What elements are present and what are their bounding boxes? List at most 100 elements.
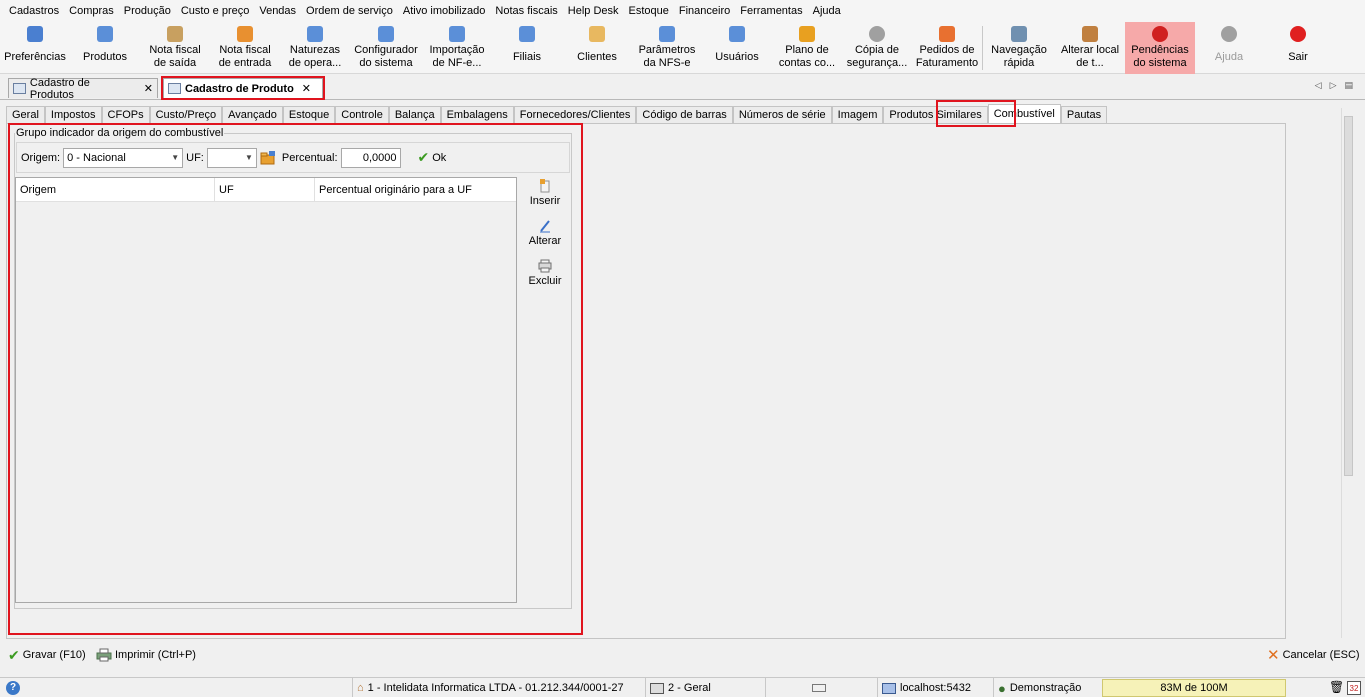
register-icon bbox=[650, 682, 664, 694]
toolbar-label: Alterar local de t... bbox=[1060, 44, 1120, 69]
cancel-x-icon: ✕ bbox=[1267, 647, 1280, 664]
toolbar-button-invoice-in[interactable]: Nota fiscal de entrada bbox=[210, 22, 280, 74]
status-user[interactable]: ● Demonstração bbox=[993, 678, 1081, 697]
toolbar-label: Pedidos de Faturamento bbox=[915, 44, 979, 69]
toolbar-button-users[interactable]: Usuários bbox=[702, 22, 772, 74]
menu-item-7[interactable]: Notas fiscais bbox=[490, 0, 562, 22]
save-label: Gravar (F10) bbox=[22, 649, 86, 661]
toolbar-button-invoice-out[interactable]: Nota fiscal de saída bbox=[140, 22, 210, 74]
tab-código-de-barras[interactable]: Código de barras bbox=[636, 106, 733, 124]
calendar-icon[interactable]: 32 bbox=[1347, 681, 1361, 695]
tab-impostos[interactable]: Impostos bbox=[44, 106, 102, 124]
trash-icon[interactable]: 🗑 bbox=[1329, 680, 1344, 694]
server-icon bbox=[882, 682, 896, 694]
cancel-button[interactable]: ✕ Cancelar (ESC) bbox=[1267, 646, 1360, 664]
cancel-label: Cancelar (ESC) bbox=[1282, 649, 1360, 661]
close-icon[interactable]: ✕ bbox=[144, 82, 153, 95]
print-label: Imprimir (Ctrl+P) bbox=[115, 649, 196, 661]
print-button[interactable]: Imprimir (Ctrl+P) bbox=[96, 648, 196, 662]
operations-icon bbox=[307, 26, 323, 42]
status-department[interactable]: 2 - Geral bbox=[645, 678, 711, 697]
tab-avançado[interactable]: Avançado bbox=[222, 106, 283, 124]
toolbar-button-products[interactable]: Produtos bbox=[70, 22, 140, 74]
tab-balança[interactable]: Balança bbox=[388, 106, 441, 124]
toolbar-button-quick-nav[interactable]: Navegação rápida bbox=[983, 22, 1055, 74]
toolbar-button-preferences[interactable]: Preferências bbox=[0, 22, 70, 74]
toolbar-button-import[interactable]: Importação de NF-e... bbox=[422, 22, 492, 74]
menu-item-0[interactable]: Cadastros bbox=[4, 0, 64, 22]
menu-item-12[interactable]: Ajuda bbox=[808, 0, 846, 22]
menu-item-11[interactable]: Ferramentas bbox=[735, 0, 807, 22]
toolbar-label: Plano de contas co... bbox=[778, 44, 836, 69]
help-icon[interactable]: ? bbox=[6, 681, 20, 695]
tab-list-icon[interactable]: ▤ bbox=[1344, 80, 1353, 91]
toolbar-button-power[interactable]: Sair bbox=[1263, 22, 1333, 74]
toolbar-button-operations[interactable]: Naturezas de opera... bbox=[280, 22, 350, 74]
prev-tab-icon[interactable]: ◁ bbox=[1315, 80, 1322, 91]
toolbar-label: Usuários bbox=[715, 51, 759, 63]
menu-item-9[interactable]: Estoque bbox=[624, 0, 674, 22]
toolbar-label: Cópia de segurança... bbox=[846, 44, 908, 69]
accounts-plan-icon bbox=[799, 26, 815, 42]
invoice-in-icon bbox=[237, 26, 253, 42]
menu-item-6[interactable]: Ativo imobilizado bbox=[398, 0, 491, 22]
tab-fornecedores-clientes[interactable]: Fornecedores/Clientes bbox=[513, 106, 637, 124]
keyboard-icon bbox=[812, 684, 826, 692]
tab-estoque[interactable]: Estoque bbox=[282, 106, 336, 124]
config-icon bbox=[378, 26, 394, 42]
save-button[interactable]: ✔ Gravar (F10) bbox=[8, 647, 86, 664]
toolbar-label: Importação de NF-e... bbox=[429, 44, 485, 69]
toolbar-label: Ajuda bbox=[1214, 51, 1244, 63]
menu-item-8[interactable]: Help Desk bbox=[563, 0, 624, 22]
next-tab-icon[interactable]: ▷ bbox=[1330, 80, 1337, 91]
menu-item-5[interactable]: Ordem de serviço bbox=[301, 0, 398, 22]
toolbar-button-branches[interactable]: Filiais bbox=[492, 22, 562, 74]
toolbar-button-nfse-params[interactable]: Parâmetros da NFS-e bbox=[632, 22, 702, 74]
toolbar-label: Clientes bbox=[577, 51, 617, 63]
toolbar-label: Filiais bbox=[512, 51, 542, 63]
vertical-scrollbar[interactable] bbox=[1341, 108, 1355, 638]
home-icon bbox=[1082, 26, 1098, 42]
scroll-thumb[interactable] bbox=[1344, 116, 1353, 476]
toolbar-label: Produtos bbox=[82, 51, 128, 63]
tab-embalagens[interactable]: Embalagens bbox=[440, 106, 514, 124]
tab-números-de-série[interactable]: Números de série bbox=[732, 106, 832, 124]
menu-item-10[interactable]: Financeiro bbox=[674, 0, 735, 22]
toolbar-button-accounts-plan[interactable]: Plano de contas co... bbox=[772, 22, 842, 74]
toolbar-button-alert[interactable]: Pendências do sistema bbox=[1125, 22, 1195, 74]
tab-cfops[interactable]: CFOPs bbox=[101, 106, 150, 124]
toolbar-button-home[interactable]: Alterar local de t... bbox=[1055, 22, 1125, 74]
tab-custo-preço[interactable]: Custo/Preço bbox=[149, 106, 223, 124]
products-icon bbox=[97, 26, 113, 42]
menu-item-2[interactable]: Produção bbox=[119, 0, 176, 22]
clients-icon bbox=[589, 26, 605, 42]
menu-item-3[interactable]: Custo e preço bbox=[176, 0, 254, 22]
tab-pautas[interactable]: Pautas bbox=[1060, 106, 1108, 124]
tab-imagem[interactable]: Imagem bbox=[831, 106, 884, 124]
tab-geral[interactable]: Geral bbox=[6, 106, 45, 124]
toolbar-button-config[interactable]: Configurador do sistema bbox=[350, 22, 422, 74]
backup-icon bbox=[869, 26, 885, 42]
billing-orders-icon bbox=[939, 26, 955, 42]
printer-icon bbox=[96, 648, 112, 662]
department-text: 2 - Geral bbox=[668, 682, 711, 694]
invoice-out-icon bbox=[167, 26, 183, 42]
toolbar-button-clients[interactable]: Clientes bbox=[562, 22, 632, 74]
toolbar-label: Nota fiscal de saída bbox=[149, 44, 201, 69]
menu-item-4[interactable]: Vendas bbox=[254, 0, 301, 22]
form-actions: ✔ Gravar (F10) Imprimir (Ctrl+P) ✕ Cance… bbox=[0, 644, 1365, 666]
memory-indicator[interactable]: 83M de 100M bbox=[1102, 679, 1286, 697]
toolbar-button-help[interactable]: Ajuda bbox=[1195, 22, 1263, 74]
status-server[interactable]: localhost:5432 bbox=[877, 678, 971, 697]
tab-navigation: ◁ ▷ ▤ bbox=[1315, 80, 1353, 91]
toolbar-button-billing-orders[interactable]: Pedidos de Faturamento bbox=[912, 22, 982, 74]
toolbar-label: Configurador do sistema bbox=[354, 44, 418, 69]
nfse-params-icon bbox=[659, 26, 675, 42]
doc-tab-cadastro-produtos[interactable]: Cadastro de Produtos ✕ bbox=[8, 77, 158, 101]
menu-item-1[interactable]: Compras bbox=[64, 0, 119, 22]
toolbar-button-backup[interactable]: Cópia de segurança... bbox=[842, 22, 912, 74]
status-company[interactable]: ⌂ 1 - Intelidata Informatica LTDA - 01.2… bbox=[352, 678, 624, 697]
tab-controle[interactable]: Controle bbox=[335, 106, 389, 124]
window-icon bbox=[13, 83, 26, 94]
alert-icon bbox=[1152, 26, 1168, 42]
